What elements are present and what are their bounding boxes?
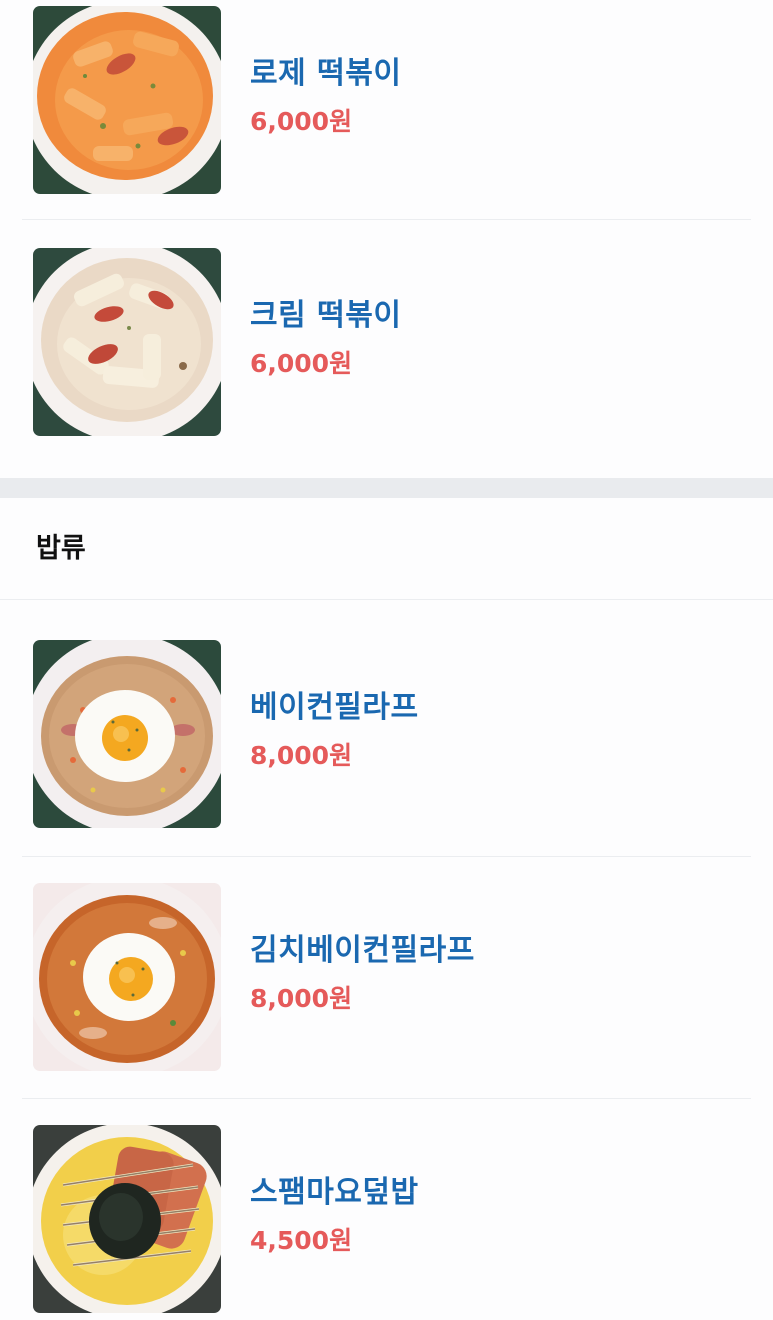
category-title: 밥류 [36, 533, 86, 564]
menu-item-bacon-pilaf[interactable]: 베이컨필라프 8,000원 [22, 600, 751, 857]
rose-tteokbokki-photo [33, 6, 221, 194]
menu-item-name: 베이컨필라프 [250, 690, 419, 725]
category-header: 밥류 [0, 498, 773, 600]
menu-item-name: 스팸마요덮밥 [250, 1175, 419, 1210]
menu-item-cream-tteokbokki[interactable]: 크림 떡볶이 6,000원 [22, 220, 751, 478]
menu-section-rice: 밥류 베이컨필라프 8,000원 김치베이컨필라프 8,000원 스팸마요덮밥 … [0, 498, 773, 1320]
spam-mayo-rice-bowl-photo [33, 1125, 221, 1313]
menu-item-price: 8,000원 [250, 984, 353, 1013]
menu-item-price: 4,500원 [250, 1226, 353, 1255]
menu-page: 로제 떡볶이 6,000원 크림 떡볶이 6,000원 밥류 베이컨필라프 8,… [0, 0, 773, 1320]
menu-item-kimchi-bacon-pilaf[interactable]: 김치베이컨필라프 8,000원 [22, 857, 751, 1099]
kimchi-bacon-pilaf-photo [33, 883, 221, 1071]
menu-item-price: 8,000원 [250, 741, 353, 770]
section-divider [0, 478, 773, 498]
menu-item-rose-tteokbokki[interactable]: 로제 떡볶이 6,000원 [22, 0, 751, 220]
menu-item-spam-mayo-rice-bowl[interactable]: 스팸마요덮밥 4,500원 [22, 1099, 751, 1320]
menu-item-name: 크림 떡볶이 [250, 298, 402, 333]
bacon-pilaf-photo [33, 640, 221, 828]
cream-tteokbokki-photo [33, 248, 221, 436]
menu-item-price: 6,000원 [250, 107, 353, 136]
menu-item-name: 로제 떡볶이 [250, 56, 402, 91]
menu-section-tteokbokki: 로제 떡볶이 6,000원 크림 떡볶이 6,000원 [0, 0, 773, 478]
menu-item-name: 김치베이컨필라프 [250, 933, 475, 968]
menu-item-price: 6,000원 [250, 349, 353, 378]
